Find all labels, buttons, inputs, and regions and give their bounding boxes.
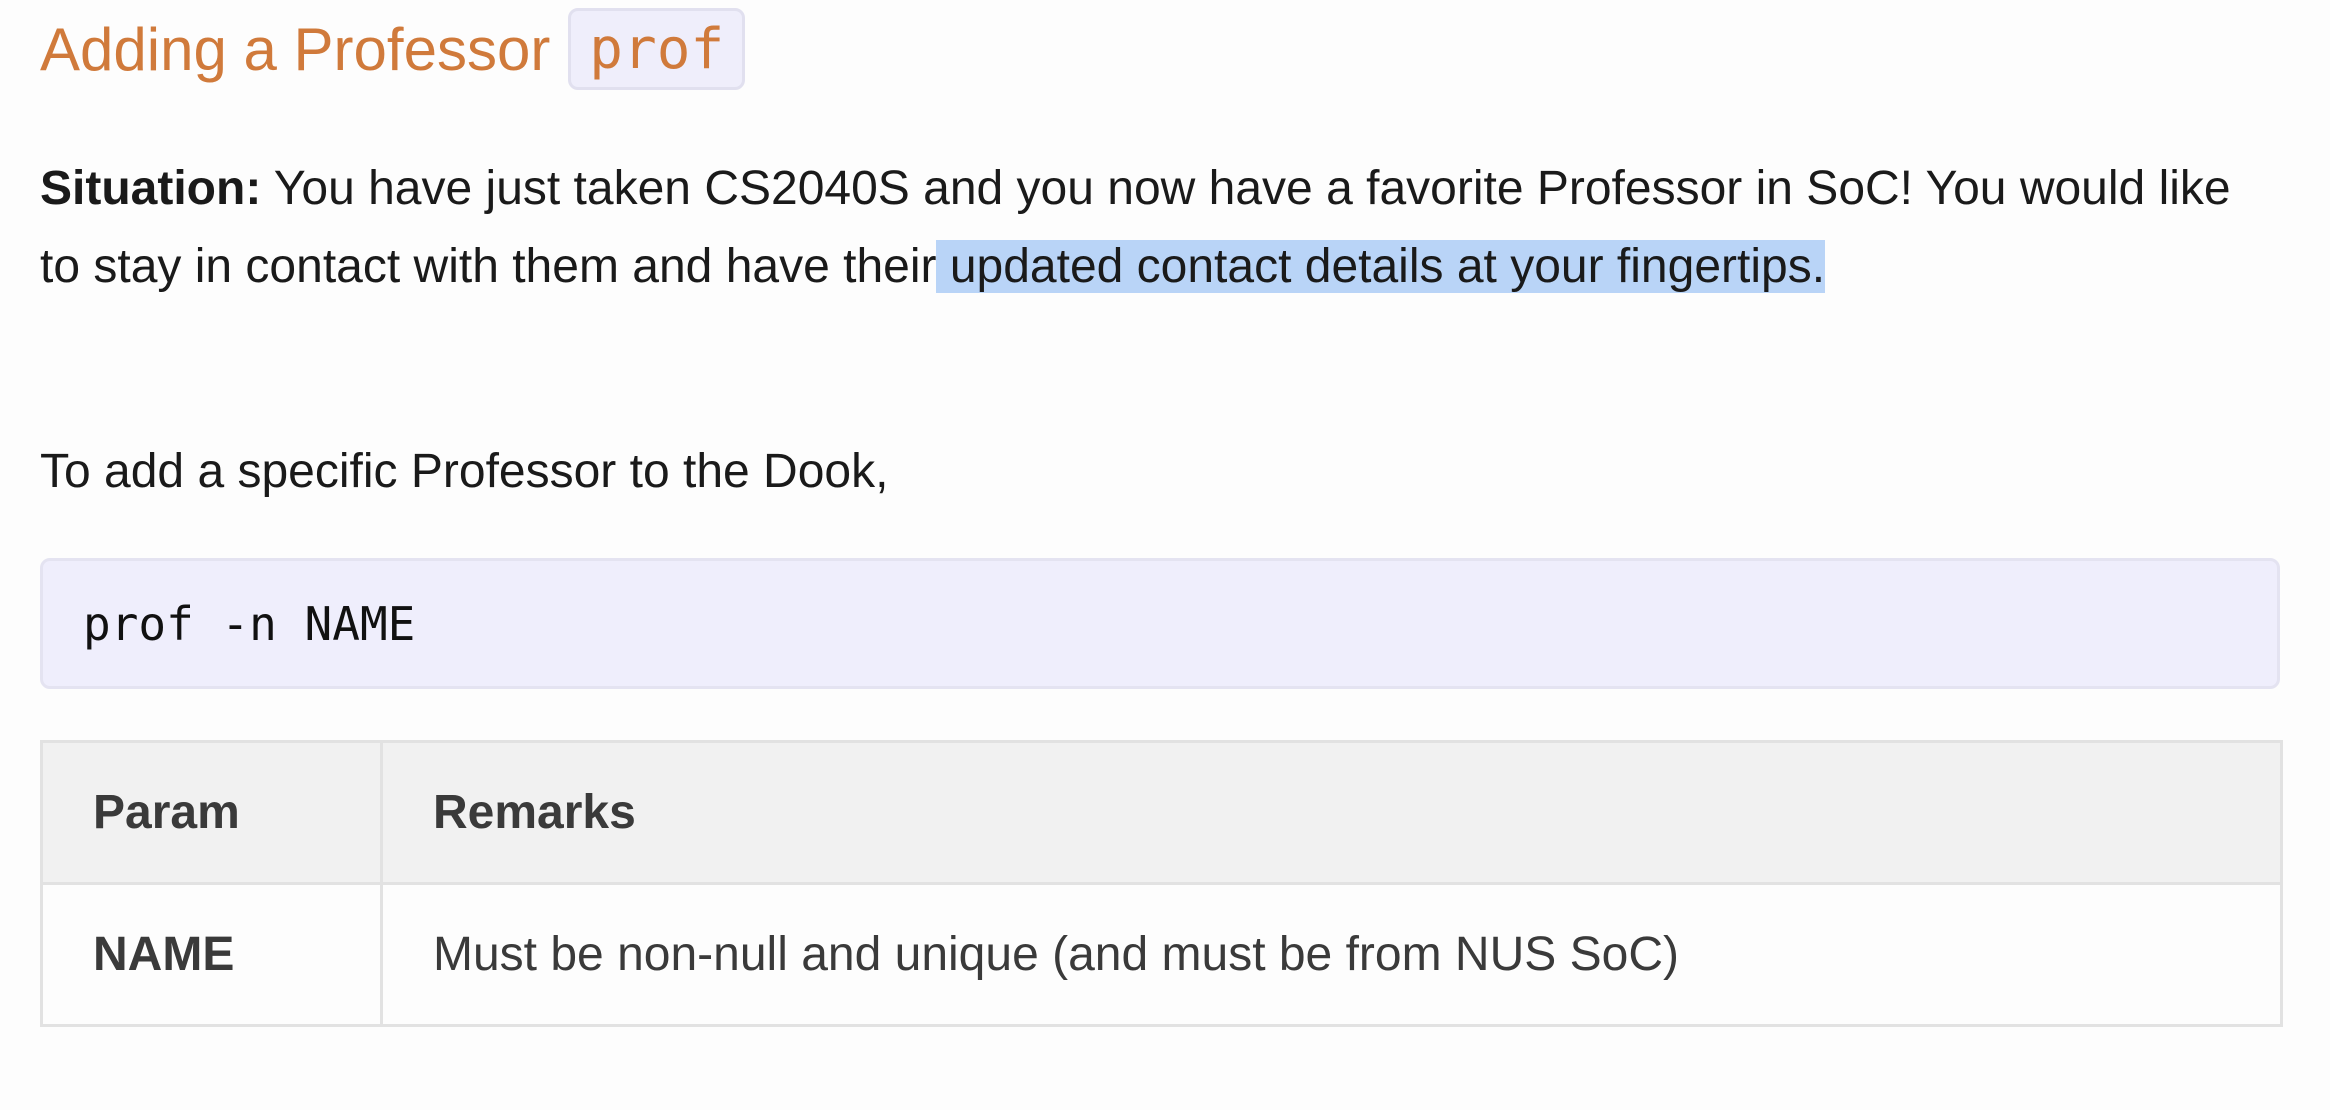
section-heading: Adding a Professor prof [40,8,746,90]
header-remarks: Remarks [380,740,2283,885]
command-code-block[interactable]: prof -n NAME [40,558,2280,689]
param-remarks-cell: Must be non-null and unique (and must be… [380,882,2283,1027]
header-param: Param [40,740,383,885]
param-name-cell: NAME [40,882,383,1027]
situation-paragraph: Situation: You have just taken CS2040S a… [40,150,2260,306]
situation-label: Situation: [40,162,262,215]
heading-text: Adding a Professor [40,15,551,83]
parameters-table: Param Remarks NAME Must be non-null and … [40,740,2283,1027]
heading-inline-code: prof [568,8,746,90]
intro-paragraph: To add a specific Professor to the Dook, [40,445,889,498]
selected-text-highlight[interactable]: updated contact details at your fingerti… [936,240,1826,293]
table-header-row: Param Remarks [40,740,2283,885]
table-row: NAME Must be non-null and unique (and mu… [40,882,2283,1027]
